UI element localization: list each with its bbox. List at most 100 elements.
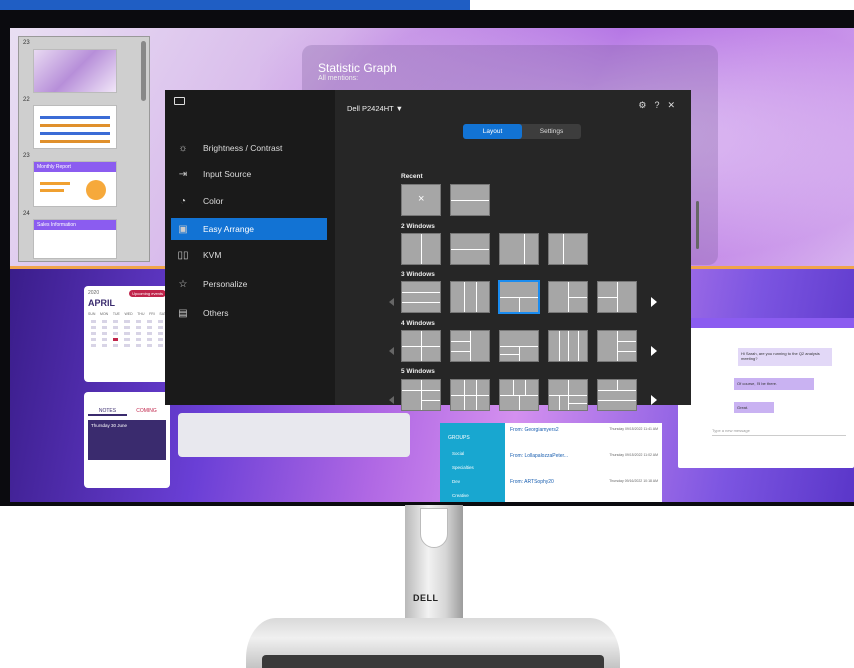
layout-option[interactable] xyxy=(498,280,540,314)
next-arrow-icon[interactable] xyxy=(651,297,657,307)
calendar-day[interactable] xyxy=(135,344,141,347)
stand-base-edge xyxy=(262,655,604,668)
calendar-badge[interactable]: Upcoming events xyxy=(129,290,166,297)
prev-arrow-icon[interactable] xyxy=(389,298,394,306)
next-arrow-icon[interactable] xyxy=(651,346,657,356)
calendar-day[interactable] xyxy=(124,326,130,329)
layout-option[interactable] xyxy=(499,330,539,362)
layout-option[interactable] xyxy=(401,281,441,313)
coming-tab[interactable]: COMING xyxy=(127,408,166,416)
menu-item-label: Input Source xyxy=(203,169,252,179)
calendar-day[interactable] xyxy=(157,320,163,323)
close-icon[interactable]: ✕ xyxy=(667,100,683,110)
mail-widget: GROUPS Social Specialties Dev Creative F… xyxy=(440,423,662,502)
layout-option[interactable] xyxy=(548,330,588,362)
mail-sidebar: GROUPS Social Specialties Dev Creative xyxy=(440,423,505,502)
calendar-day[interactable] xyxy=(113,332,119,335)
calendar-day[interactable] xyxy=(146,320,152,323)
menu-item-input-source[interactable]: ⇥ Input Source xyxy=(171,163,327,185)
slide-thumbnail[interactable]: Sales Information xyxy=(33,219,117,259)
menu-item-brightness-contrast[interactable]: ☼ Brightness / Contrast xyxy=(171,137,327,159)
layout-option[interactable] xyxy=(450,233,490,265)
calendar-day[interactable] xyxy=(124,332,130,335)
calendar-day[interactable] xyxy=(102,332,108,335)
calendar-day[interactable] xyxy=(91,332,97,335)
slide-thumbnail[interactable] xyxy=(33,105,117,149)
menu-item-kvm[interactable]: ▯▯ KVM xyxy=(171,244,327,266)
mail-from[interactable]: From: LollapalozzaPeter... xyxy=(510,453,568,459)
mail-group-item[interactable]: Specialties xyxy=(452,465,474,470)
layout-option[interactable] xyxy=(401,233,441,265)
calendar-day[interactable] xyxy=(113,338,119,341)
calendar-day[interactable] xyxy=(113,320,119,323)
layout-option[interactable] xyxy=(548,233,588,265)
calendar-day[interactable] xyxy=(102,338,108,341)
layout-option[interactable] xyxy=(499,233,539,265)
monitor-model-select[interactable]: Dell P2424HT ▼ xyxy=(347,104,403,113)
settings-icon[interactable]: ⚙ xyxy=(638,100,654,110)
calendar-day[interactable] xyxy=(113,326,119,329)
menu-item-color[interactable]: ◔ Color xyxy=(171,190,327,212)
slide-thumbnail[interactable]: Monthly Report xyxy=(33,161,117,207)
calendar-day[interactable] xyxy=(135,332,141,335)
slide-panel-scrollbar[interactable] xyxy=(141,41,146,101)
layout-option[interactable] xyxy=(597,330,637,362)
calendar-day[interactable] xyxy=(157,326,163,329)
next-arrow-icon[interactable] xyxy=(651,395,657,405)
calendar-day[interactable] xyxy=(157,344,163,347)
prev-arrow-icon[interactable] xyxy=(389,347,394,355)
calendar-day[interactable] xyxy=(146,344,152,347)
layout-option[interactable] xyxy=(548,379,588,411)
layout-option[interactable] xyxy=(401,330,441,362)
layout-option[interactable] xyxy=(597,281,637,313)
ddm-scrollbar[interactable] xyxy=(696,201,699,249)
mail-group-item[interactable]: Social xyxy=(452,451,464,456)
calendar-day[interactable] xyxy=(146,332,152,335)
calendar-day[interactable] xyxy=(91,320,97,323)
calendar-day[interactable] xyxy=(102,326,108,329)
layout-option[interactable] xyxy=(548,281,588,313)
calendar-day[interactable] xyxy=(124,338,130,341)
calendar-day[interactable] xyxy=(135,338,141,341)
prev-arrow-icon[interactable] xyxy=(389,396,394,404)
calendar-day[interactable] xyxy=(91,326,97,329)
calendar-day[interactable] xyxy=(135,326,141,329)
calendar-day[interactable] xyxy=(146,326,152,329)
layout-option[interactable] xyxy=(450,330,490,362)
layout-recent[interactable] xyxy=(450,184,490,216)
menu-item-easy-arrange[interactable]: ▣ Easy Arrange xyxy=(171,218,327,240)
notes-tab[interactable]: NOTES xyxy=(88,408,127,416)
help-icon[interactable]: ? xyxy=(654,100,667,110)
calendar-day[interactable] xyxy=(91,344,97,347)
chat-input[interactable]: Type a new message xyxy=(712,428,846,436)
calendar-day[interactable] xyxy=(146,338,152,341)
chat-message: Hi Sarah, are you running to the Q2 anal… xyxy=(738,348,832,366)
mail-date: Thursday 09/16/2022 10:18 AM xyxy=(609,479,658,483)
calendar-day[interactable] xyxy=(102,344,108,347)
slide-thumbnail[interactable] xyxy=(33,49,117,93)
menu-item-personalize[interactable]: ☆ Personalize xyxy=(171,273,327,295)
layout-option[interactable] xyxy=(401,379,441,411)
mail-from[interactable]: From: Georgiamyers2 xyxy=(510,427,559,433)
layout-option[interactable] xyxy=(499,379,539,411)
layout-recent-empty[interactable]: × xyxy=(401,184,441,216)
calendar-day[interactable] xyxy=(102,320,108,323)
calendar-day[interactable] xyxy=(91,338,97,341)
calendar-day[interactable] xyxy=(124,320,130,323)
layout-option[interactable] xyxy=(450,379,490,411)
mail-group-item[interactable]: Dev xyxy=(452,479,460,484)
calendar-day[interactable] xyxy=(157,332,163,335)
slide-number: 23 xyxy=(23,40,30,46)
mail-from[interactable]: From: ARTSophy20 xyxy=(510,479,554,485)
calendar-day[interactable] xyxy=(135,320,141,323)
tab-settings[interactable]: Settings xyxy=(522,124,581,139)
calendar-day[interactable] xyxy=(124,344,130,347)
calendar-day[interactable] xyxy=(113,344,119,347)
menu-item-others[interactable]: ▤ Others xyxy=(171,302,327,324)
layout-option[interactable] xyxy=(597,379,637,411)
product-photo: 23 22 23 Monthly Report 24 Sales Informa… xyxy=(0,0,854,668)
mail-group-item[interactable]: Creative xyxy=(452,493,469,498)
layout-option[interactable] xyxy=(450,281,490,313)
tab-layout[interactable]: Layout xyxy=(463,124,522,139)
calendar-day[interactable] xyxy=(157,338,163,341)
